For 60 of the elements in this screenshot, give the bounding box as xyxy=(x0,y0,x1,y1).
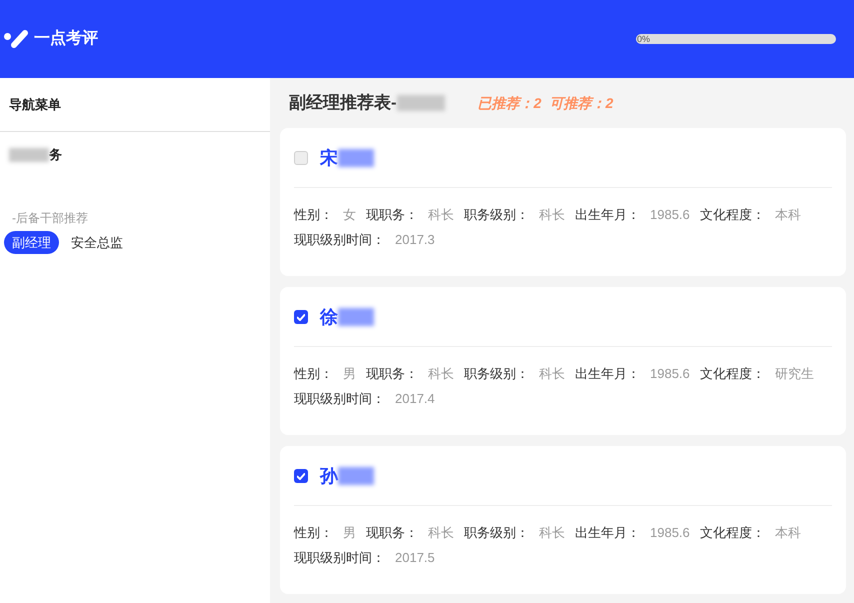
menu-tab[interactable]: 副经理 xyxy=(4,231,59,254)
field-value: 科长 xyxy=(428,524,454,542)
field-label: 现职级别时间： xyxy=(294,549,385,567)
field-value: 科长 xyxy=(539,365,565,383)
field-value: 2017.3 xyxy=(395,231,435,249)
field-label: 现职级别时间： xyxy=(294,390,385,408)
progress-reading: 0% xyxy=(636,34,650,44)
field-value: 本科 xyxy=(774,206,801,224)
field-value: 科长 xyxy=(539,206,565,224)
field-label: 文化程度： xyxy=(700,365,765,383)
field-value: 1985.6 xyxy=(650,365,690,383)
app-name: 一点考评 xyxy=(34,28,98,49)
field-label: 现职务： xyxy=(366,365,418,383)
field-label: 职务级别： xyxy=(464,206,529,224)
field-label: 现职务： xyxy=(366,524,418,542)
field-value: 男 xyxy=(343,365,356,383)
candidate-name: 徐 xyxy=(320,306,338,328)
menu-tab[interactable]: 安全总监 xyxy=(71,231,123,254)
field-value: 科长 xyxy=(428,206,454,224)
checkbox[interactable] xyxy=(294,151,308,165)
checkbox[interactable] xyxy=(294,310,308,324)
sidebar-subsection: -后备干部推荐 xyxy=(12,210,88,226)
field-value: 研究生 xyxy=(774,365,814,383)
field-label: 现职级别时间： xyxy=(294,231,385,249)
blurred-block xyxy=(396,95,445,111)
field-label: 性别： xyxy=(294,524,333,542)
blurred-block xyxy=(338,467,374,485)
check-icon xyxy=(297,314,305,320)
field-value: 科长 xyxy=(428,365,454,383)
blurred-block xyxy=(338,149,374,167)
page-title: 副经理推荐表- xyxy=(289,92,397,114)
field-label: 出生年月： xyxy=(575,524,640,542)
field-label: 性别： xyxy=(294,206,333,224)
field-value: 科长 xyxy=(539,524,565,542)
check-icon xyxy=(297,472,305,480)
field-value: 女 xyxy=(343,206,356,224)
candidate-name: 宋 xyxy=(320,146,338,170)
field-label: 职务级别： xyxy=(464,365,529,383)
available-count: 可推荐：2 xyxy=(549,94,614,112)
field-label: 性别： xyxy=(294,365,333,383)
checkbox[interactable] xyxy=(294,469,308,483)
field-label: 文化程度： xyxy=(700,524,765,542)
field-label: 职务级别： xyxy=(464,524,529,542)
field-value: 1985.6 xyxy=(650,524,690,542)
sidebar-title: 导航菜单 xyxy=(9,96,61,114)
field-value: 2017.4 xyxy=(395,390,435,408)
sidebar-section: 务 xyxy=(49,145,62,165)
field-label: 出生年月： xyxy=(575,206,640,224)
blurred-block xyxy=(338,308,374,326)
blurred-block xyxy=(9,148,49,162)
field-value: 男 xyxy=(343,524,356,542)
field-label: 现职务： xyxy=(366,206,418,224)
field-label: 出生年月： xyxy=(575,365,640,383)
field-value: 2017.5 xyxy=(395,549,435,567)
field-value: 本科 xyxy=(774,524,801,542)
field-label: 文化程度： xyxy=(700,206,765,224)
recommended-count: 已推荐：2 xyxy=(478,94,542,112)
candidate-name: 孙 xyxy=(320,464,338,488)
logo-icon xyxy=(4,30,28,48)
field-value: 1985.6 xyxy=(650,206,690,224)
